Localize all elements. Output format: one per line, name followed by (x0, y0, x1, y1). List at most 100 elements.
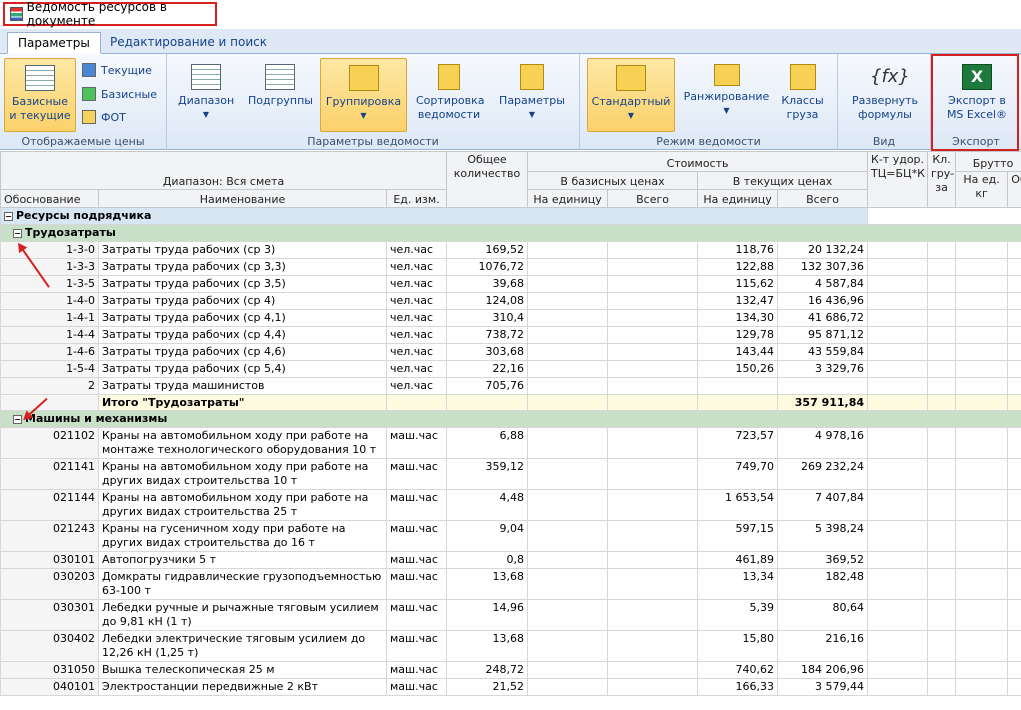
name-cell[interactable]: Домкраты гидравлические грузоподъемность… (98, 568, 387, 600)
name-cell[interactable]: Краны на автомобильном ходу при работе н… (98, 427, 387, 459)
current-unit-price-header[interactable]: На единицу (697, 189, 779, 208)
coef-cell[interactable] (867, 326, 929, 344)
gross-cell[interactable] (955, 326, 1009, 344)
basis-cell[interactable]: 2 (0, 377, 99, 395)
coef-cell[interactable] (867, 258, 929, 276)
coef-header[interactable]: К-т удор. ТЦ=БЦ*К (867, 151, 929, 208)
collapse-icon[interactable]: − (4, 211, 13, 221)
basis-cell[interactable]: 030101 (0, 551, 99, 569)
name-cell[interactable]: Вышка телескопическая 25 м (98, 661, 387, 679)
ob-cell[interactable] (1007, 258, 1021, 276)
base-unit-cell[interactable] (527, 678, 609, 696)
current-total-cell[interactable]: 3 579,44 (777, 678, 869, 696)
ob-cell[interactable] (1007, 489, 1021, 521)
gross-cell[interactable] (955, 258, 1009, 276)
qty-cell[interactable]: 169,52 (446, 241, 529, 259)
current-unit-cell[interactable]: 166,33 (697, 678, 779, 696)
current-total-cell[interactable]: 80,64 (777, 599, 869, 631)
base-unit-cell[interactable] (527, 343, 609, 361)
current-unit-cell[interactable]: 129,78 (697, 326, 779, 344)
table-row[interactable]: 021243 Краны на гусеничном ходу при работ… (0, 520, 1021, 552)
group-row-machines[interactable]: − Машины и механизмы (0, 410, 1021, 428)
base-unit-cell[interactable] (527, 520, 609, 552)
name-cell[interactable]: Затраты труда рабочих (ср 4) (98, 292, 387, 310)
ob-header[interactable]: Об (1007, 171, 1021, 208)
ob-cell[interactable] (1007, 678, 1021, 696)
coef-cell[interactable] (867, 309, 929, 327)
ob-cell[interactable] (1007, 551, 1021, 569)
ob-cell[interactable] (1007, 568, 1021, 600)
class-cell[interactable] (927, 661, 957, 679)
name-cell[interactable]: Электростанции передвижные 2 кВт (98, 678, 387, 696)
per-kg-header[interactable]: На ед. кг (955, 171, 1009, 208)
gross-cell[interactable] (955, 309, 1009, 327)
table-row[interactable]: 021141 Краны на автомобильном ходу при ра… (0, 458, 1021, 490)
current-unit-cell[interactable]: 134,30 (697, 309, 779, 327)
tab-edit-search[interactable]: Редактирование и поиск (100, 32, 277, 54)
basis-cell[interactable]: 1-5-4 (0, 360, 99, 378)
basis-cell[interactable]: 030402 (0, 630, 99, 662)
qty-cell[interactable]: 21,52 (446, 678, 529, 696)
base-total-cell[interactable] (607, 309, 699, 327)
current-total-cell[interactable]: 43 559,84 (777, 343, 869, 361)
standard-button[interactable]: Стандартный ▼ (587, 58, 675, 132)
qty-cell[interactable]: 4,48 (446, 489, 529, 521)
name-cell[interactable]: Затраты труда рабочих (ср 3) (98, 241, 387, 259)
qty-cell[interactable]: 9,04 (446, 520, 529, 552)
unit-cell[interactable]: маш.час (385, 520, 448, 552)
current-total-cell[interactable]: 20 132,24 (777, 241, 869, 259)
qty-cell[interactable]: 303,68 (446, 343, 529, 361)
class-cell[interactable] (927, 326, 957, 344)
current-unit-cell[interactable]: 15,80 (697, 630, 779, 662)
current-prices-button[interactable]: Текущие (82, 60, 152, 80)
ob-cell[interactable] (1007, 241, 1021, 259)
current-unit-cell[interactable]: 150,26 (697, 360, 779, 378)
gross-cell[interactable] (955, 292, 1009, 310)
base-unit-cell[interactable] (527, 258, 609, 276)
qty-cell[interactable]: 14,96 (446, 599, 529, 631)
ob-cell[interactable] (1007, 599, 1021, 631)
cargo-class-header[interactable]: Кл. гру- за (927, 151, 957, 208)
base-unit-cell[interactable] (527, 599, 609, 631)
base-total-cell[interactable] (607, 258, 699, 276)
current-total-cell[interactable]: 216,16 (777, 630, 869, 662)
current-total-cell[interactable]: 269 232,24 (777, 458, 869, 490)
basis-cell[interactable]: 1-4-1 (0, 309, 99, 327)
fot-button[interactable]: ФОТ (82, 107, 126, 127)
unit-cell[interactable]: маш.час (385, 678, 448, 696)
basis-cell[interactable]: 030301 (0, 599, 99, 631)
coef-cell[interactable] (867, 630, 929, 662)
current-total-cell[interactable]: 16 436,96 (777, 292, 869, 310)
current-total-cell[interactable]: 4 587,84 (777, 275, 869, 293)
table-row[interactable]: 021144 Краны на автомобильном ходу при ра… (0, 489, 1021, 521)
unit-cell[interactable]: чел.час (385, 326, 448, 344)
table-row[interactable]: 1-3-0 Затраты труда рабочих (ср 3) чел.час… (0, 241, 1021, 259)
unit-cell[interactable]: чел.час (385, 309, 448, 327)
ob-cell[interactable] (1007, 630, 1021, 662)
name-cell[interactable]: Краны на гусеничном ходу при работе на д… (98, 520, 387, 552)
base-total-cell[interactable] (607, 275, 699, 293)
current-unit-cell[interactable]: 132,47 (697, 292, 779, 310)
class-cell[interactable] (927, 292, 957, 310)
qty-cell[interactable]: 1076,72 (446, 258, 529, 276)
class-cell[interactable] (927, 309, 957, 327)
unit-cell[interactable]: маш.час (385, 630, 448, 662)
table-row[interactable]: 1-3-3 Затраты труда рабочих (ср 3,3) чел.ч… (0, 258, 1021, 276)
labor-total-row[interactable]: Итого "Трудозатраты" 357 911,84 (0, 394, 1021, 411)
expand-formulas-button[interactable]: {fx} Развернуть формулы (846, 58, 924, 132)
qty-header[interactable]: Общее количество (446, 151, 529, 208)
base-unit-cell[interactable] (527, 275, 609, 293)
current-unit-cell[interactable]: 740,62 (697, 661, 779, 679)
name-cell[interactable]: Затраты труда машинистов (98, 377, 387, 395)
base-unit-cell[interactable] (527, 661, 609, 679)
qty-cell[interactable]: 124,08 (446, 292, 529, 310)
name-cell[interactable]: Затраты труда рабочих (ср 4,1) (98, 309, 387, 327)
table-row[interactable]: 031050 Вышка телескопическая 25 м маш.час 2… (0, 661, 1021, 679)
ob-cell[interactable] (1007, 343, 1021, 361)
coef-cell[interactable] (867, 343, 929, 361)
unit-cell[interactable]: чел.час (385, 292, 448, 310)
base-unit-cell[interactable] (527, 241, 609, 259)
qty-cell[interactable]: 310,4 (446, 309, 529, 327)
coef-cell[interactable] (867, 489, 929, 521)
base-total-cell[interactable] (607, 241, 699, 259)
